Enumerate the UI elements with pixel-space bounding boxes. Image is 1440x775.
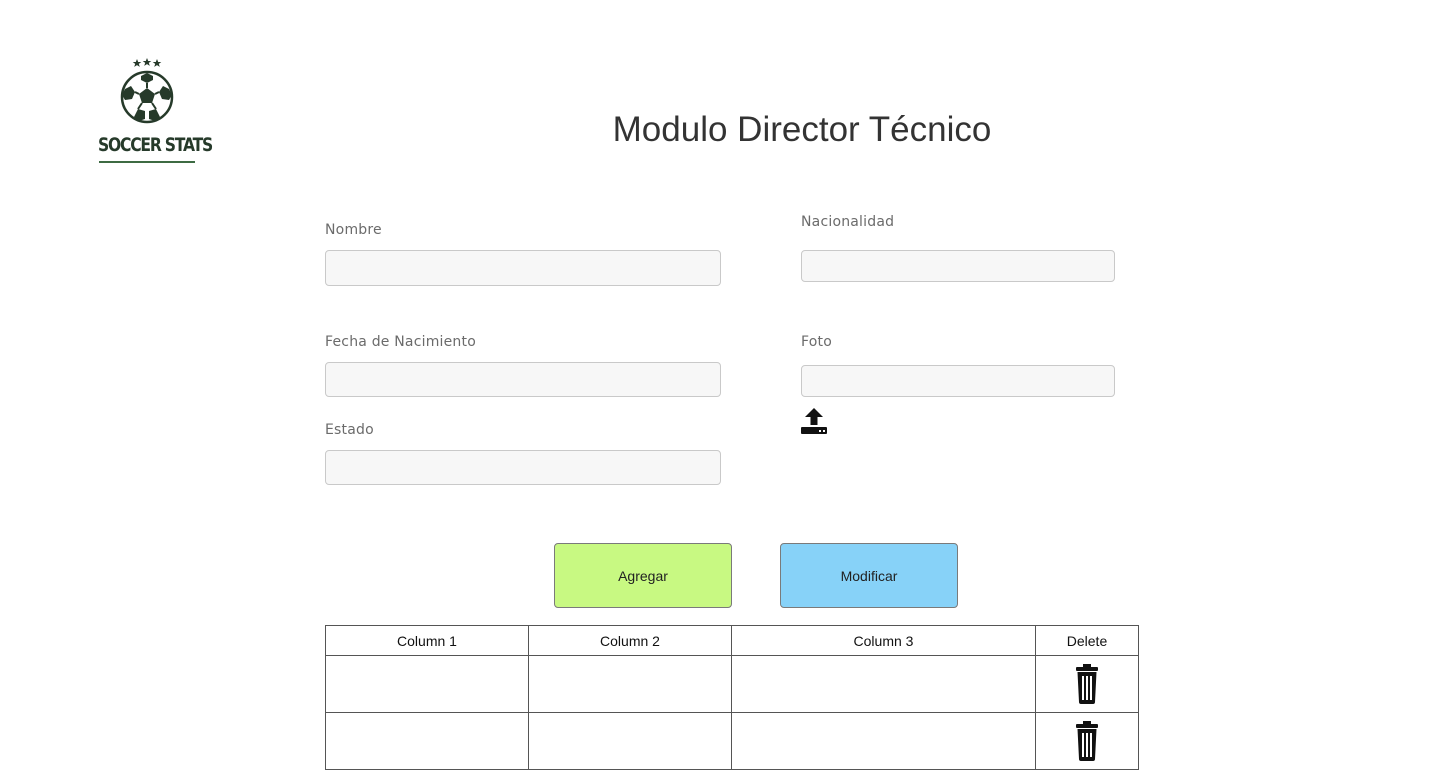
fecha-nacimiento-label: Fecha de Nacimiento bbox=[325, 334, 476, 350]
table-cell bbox=[528, 712, 732, 770]
logo-underline bbox=[99, 161, 195, 163]
delete-cell bbox=[1035, 655, 1139, 713]
soccer-stats-logo: SOCCER STATS bbox=[98, 57, 213, 165]
fecha-nacimiento-input[interactable] bbox=[325, 362, 721, 397]
logo-text: SOCCER STATS bbox=[98, 134, 213, 156]
foto-input[interactable] bbox=[801, 365, 1115, 397]
page-title: Modulo Director Técnico bbox=[612, 110, 992, 149]
column-header-delete: Delete bbox=[1035, 625, 1139, 656]
trash-icon[interactable] bbox=[1075, 664, 1099, 704]
estado-input[interactable] bbox=[325, 450, 721, 485]
nombre-input[interactable] bbox=[325, 250, 721, 286]
agregar-button[interactable]: Agregar bbox=[554, 543, 732, 608]
column-header-2: Column 2 bbox=[528, 625, 732, 656]
foto-label: Foto bbox=[801, 334, 832, 350]
estado-label: Estado bbox=[325, 422, 374, 438]
table-header-row: Column 1 Column 2 Column 3 Delete bbox=[325, 625, 1139, 656]
column-header-1: Column 1 bbox=[325, 625, 529, 656]
nombre-label: Nombre bbox=[325, 222, 382, 238]
table-cell bbox=[528, 655, 732, 713]
soccer-ball-icon bbox=[120, 58, 174, 124]
table-cell bbox=[325, 655, 529, 713]
delete-cell bbox=[1035, 712, 1139, 770]
nacionalidad-input[interactable] bbox=[801, 250, 1115, 282]
table-cell bbox=[731, 712, 1036, 770]
table-cell bbox=[731, 655, 1036, 713]
director-table: Column 1 Column 2 Column 3 Delete bbox=[325, 625, 1139, 770]
table-row bbox=[325, 712, 1139, 770]
table-row bbox=[325, 655, 1139, 713]
page: SOCCER STATS Modulo Director Técnico Nom… bbox=[0, 0, 1440, 775]
trash-icon[interactable] bbox=[1075, 721, 1099, 761]
nacionalidad-label: Nacionalidad bbox=[801, 214, 895, 230]
table-cell bbox=[325, 712, 529, 770]
column-header-3: Column 3 bbox=[731, 625, 1036, 656]
upload-icon[interactable] bbox=[800, 407, 828, 435]
modificar-button[interactable]: Modificar bbox=[780, 543, 958, 608]
